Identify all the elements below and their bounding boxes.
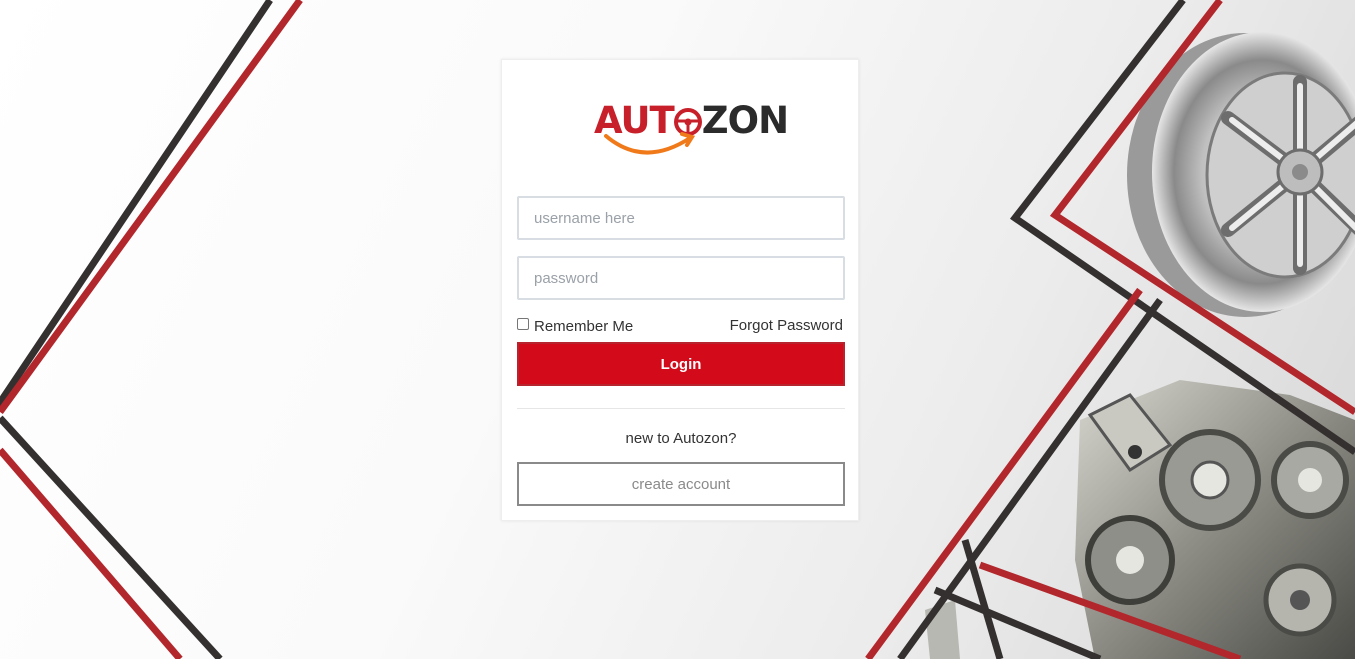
new-user-prompt: new to Autozon?	[625, 430, 737, 447]
login-card: AUTZON Remember Me Forgot Password Login…	[501, 59, 859, 521]
login-button[interactable]: Login	[517, 342, 845, 386]
divider	[517, 408, 845, 409]
logo-text-dark: ZON	[701, 99, 789, 142]
remember-me-label: Remember Me	[534, 317, 634, 335]
left-stripes	[0, 0, 303, 659]
create-account-button[interactable]: create account	[517, 462, 845, 506]
autozon-logo: AUT ZON	[594, 98, 789, 162]
remember-me-checkbox[interactable]	[517, 318, 529, 330]
username-input[interactable]	[517, 196, 845, 240]
password-input[interactable]	[517, 256, 845, 300]
forgot-password-link[interactable]: Forgot Password	[730, 316, 843, 336]
smile-swoosh-icon	[604, 132, 696, 155]
remember-me[interactable]: Remember Me	[517, 316, 633, 336]
